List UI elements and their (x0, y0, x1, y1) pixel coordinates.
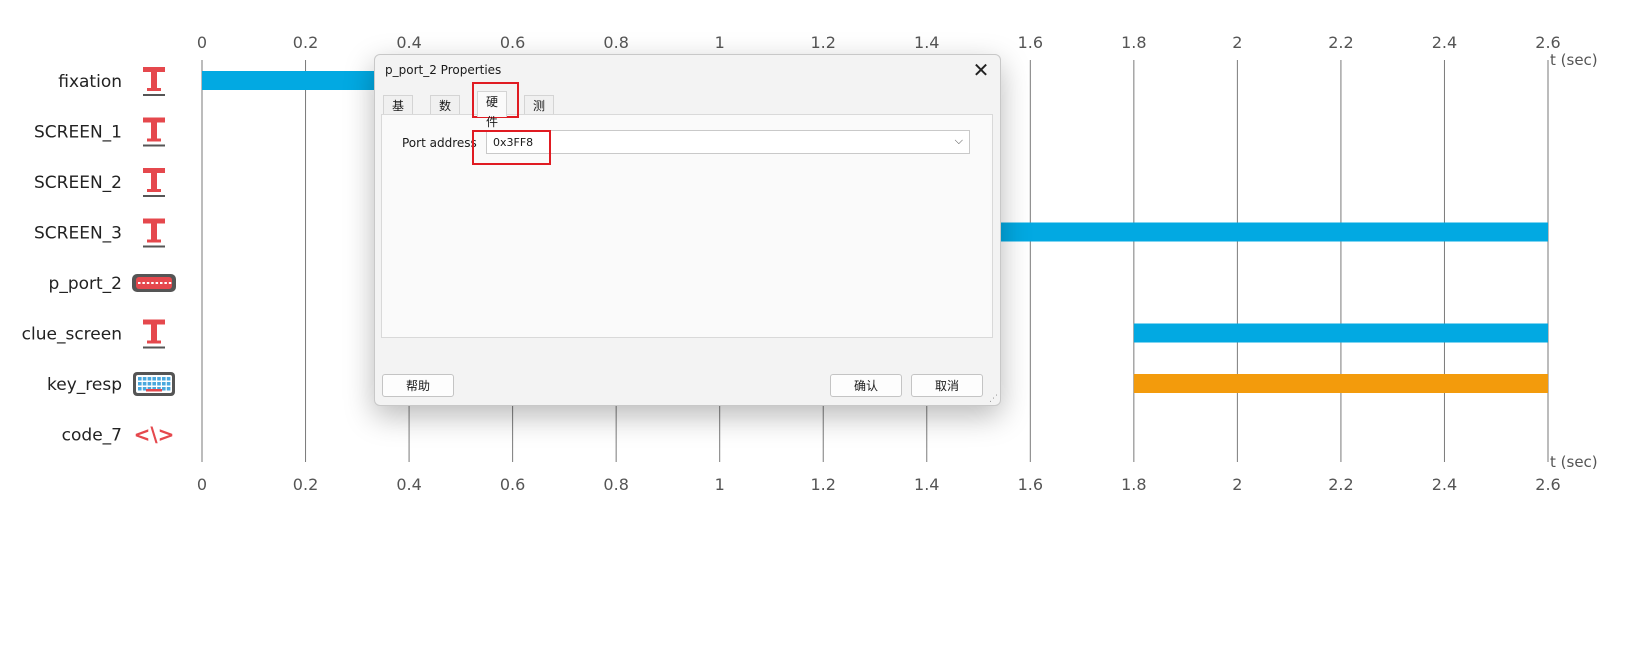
row-label-key_resp: key_resp (47, 375, 122, 395)
tab-hardware[interactable]: 硬件 (477, 91, 508, 129)
row-label-SCREEN_1: SCREEN_1 (34, 123, 122, 143)
properties-dialog: p_port_2 Properties ✕ 基础 数据 硬件 测试 Port a… (374, 54, 1001, 406)
tick-label-bottom: 1.4 (914, 475, 939, 494)
tab-test[interactable]: 测试 (524, 95, 555, 133)
row-label-SCREEN_2: SCREEN_2 (34, 173, 122, 193)
row-label-code_7: code_7 (62, 426, 122, 446)
tick-label-bottom: 2.6 (1535, 475, 1560, 494)
row-label-p_port_2: p_port_2 (49, 274, 122, 294)
tab-basic[interactable]: 基础 (383, 95, 414, 133)
tick-label-top: 2.6 (1535, 33, 1560, 52)
code-icon: <\> (134, 423, 175, 447)
tick-label-bottom: 0.6 (500, 475, 525, 494)
tick-label-bottom: 2 (1232, 475, 1242, 494)
ok-button[interactable]: 确认 (830, 374, 902, 397)
tick-label-top: 1.2 (811, 33, 836, 52)
port-address-select[interactable]: 0x3FF8 ⌵ (486, 130, 970, 154)
text-icon (143, 117, 165, 147)
cancel-button[interactable]: 取消 (911, 374, 983, 397)
tick-label-top: 0 (197, 33, 207, 52)
help-button[interactable]: 帮助 (382, 374, 454, 397)
text-icon (143, 218, 165, 248)
keyboard-icon (133, 372, 175, 396)
tick-label-top: 2 (1232, 33, 1242, 52)
tick-label-top: 1.4 (914, 33, 939, 52)
tick-label-bottom: 2.4 (1432, 475, 1457, 494)
tick-label-top: 0.2 (293, 33, 318, 52)
tick-label-top: 0.4 (396, 33, 421, 52)
axis-unit-label: t (sec) (1550, 453, 1598, 471)
parallel-port-icon (132, 274, 176, 292)
row-label-clue_screen: clue_screen (22, 325, 122, 345)
tick-label-top: 1 (715, 33, 725, 52)
row-label-SCREEN_3: SCREEN_3 (34, 224, 122, 244)
port-address-label: Port address (402, 136, 477, 150)
tick-label-bottom: 1.8 (1121, 475, 1146, 494)
row-label-fixation: fixation (58, 72, 122, 92)
chevron-down-icon[interactable]: ⌵ (955, 134, 963, 148)
tick-label-bottom: 0.4 (396, 475, 421, 494)
tick-label-bottom: 0.2 (293, 475, 318, 494)
port-address-value: 0x3FF8 (493, 136, 534, 149)
hardware-panel: Port address 0x3FF8 ⌵ (381, 114, 993, 338)
resize-grip-icon[interactable]: ⋰ (989, 394, 998, 404)
tick-label-bottom: 0.8 (603, 475, 628, 494)
bar-key_resp (1133, 374, 1548, 393)
close-icon[interactable]: ✕ (968, 57, 994, 83)
tick-label-bottom: 1 (715, 475, 725, 494)
tick-label-bottom: 2.2 (1328, 475, 1353, 494)
bar-clue_screen (1133, 323, 1548, 343)
tick-label-top: 2.2 (1328, 33, 1353, 52)
tab-data[interactable]: 数据 (430, 95, 461, 133)
tick-label-top: 0.8 (603, 33, 628, 52)
tick-label-top: 1.8 (1121, 33, 1146, 52)
axis-unit-label: t (sec) (1550, 51, 1598, 69)
tick-label-bottom: 1.6 (1018, 475, 1043, 494)
text-icon (143, 67, 165, 96)
tick-label-top: 0.6 (500, 33, 525, 52)
text-icon (143, 319, 165, 349)
text-icon (143, 168, 165, 197)
tick-label-top: 2.4 (1432, 33, 1457, 52)
tick-label-bottom: 1.2 (811, 475, 836, 494)
dialog-title: p_port_2 Properties (385, 63, 502, 77)
svg-text:<\>: <\> (134, 423, 175, 447)
tick-label-top: 1.6 (1018, 33, 1043, 52)
tick-label-bottom: 0 (197, 475, 207, 494)
